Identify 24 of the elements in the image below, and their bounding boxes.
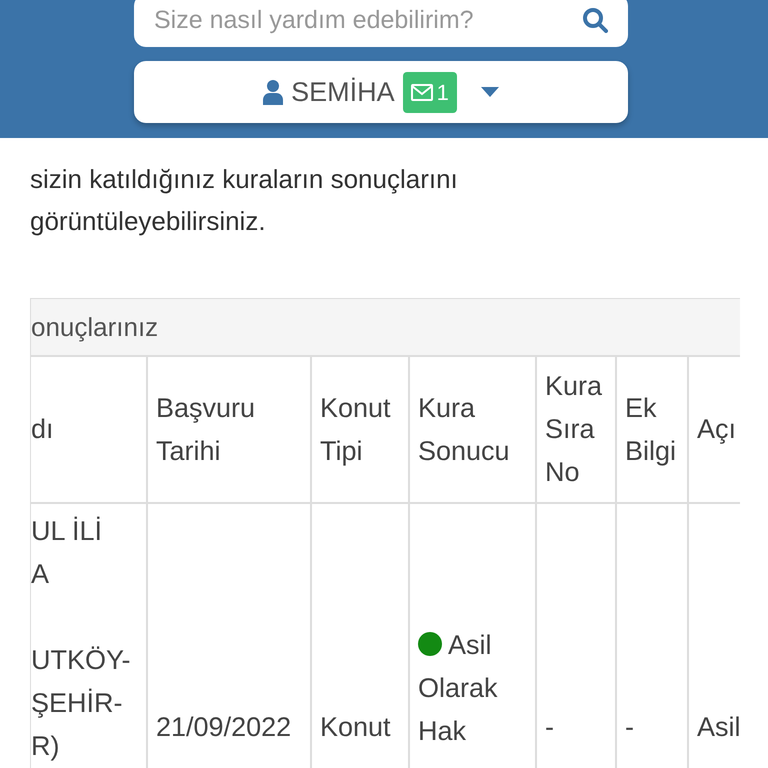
column-header: Konut Tipi [311,357,409,503]
table-cell: 21/09/2022 [147,503,311,768]
column-header: Kura Sıra No [536,357,616,503]
table-cell: Asil [688,503,740,768]
message-badge: 1 [402,72,457,112]
table-cell: - [536,503,616,768]
caret-icon [480,87,499,97]
table-cell: UL İLİ A UTKÖY- ŞEHİR- R) [31,503,147,768]
column-header: Başvuru Tarihi [147,357,311,503]
column-header: Kura Sonucu [409,357,536,503]
intro-paragraph: sizin katıldığınız kuraların sonuçlarını görüntüleyebilirsiniz. [29,163,459,238]
column-header: Açı [688,357,740,503]
user-menu-button[interactable]: SEMİHA 1 [134,61,628,123]
table-cell: Konut [311,503,409,768]
search-field[interactable]: Size nasıl yardım edebilirim? [134,0,628,47]
status-text: Asil Olarak Hak [418,630,498,746]
column-header: dı [31,357,147,503]
column-header: Ek Bilgi [616,357,688,503]
envelope-icon [410,84,433,100]
table-cell: - [616,503,688,768]
user-icon [263,79,284,105]
user-name: SEMİHA [291,76,395,109]
panel-title: onuçlarınız [31,310,158,344]
search-icon [582,7,608,33]
